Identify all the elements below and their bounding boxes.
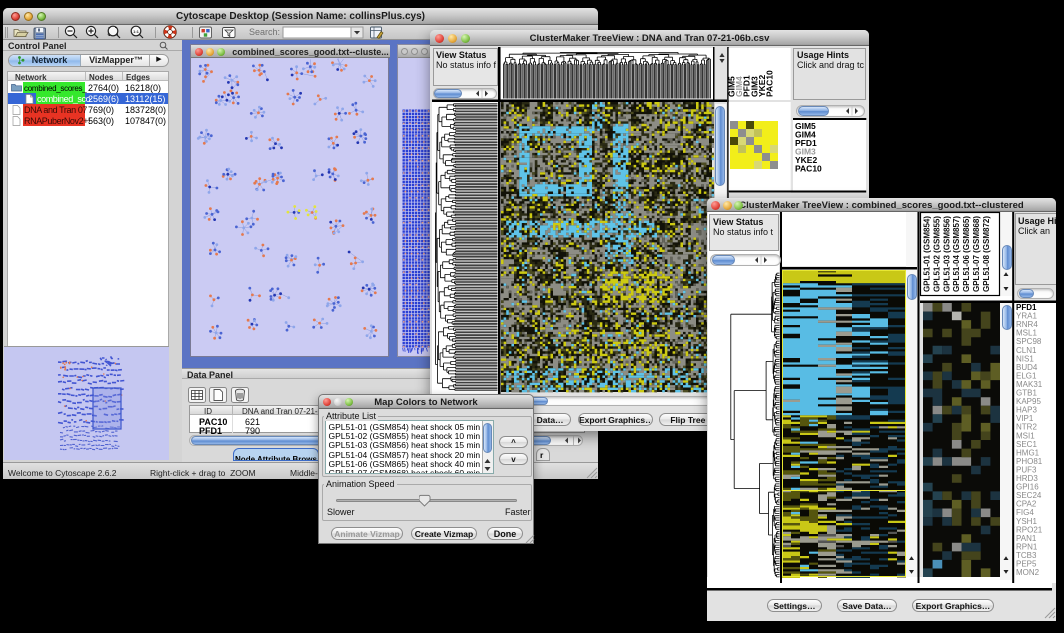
svg-text:Search:: Search: <box>249 27 280 37</box>
svg-text:GPL51-07 (GSM868): GPL51-07 (GSM868) <box>972 216 981 292</box>
svg-text:GPL51-08 (GSM872): GPL51-08 (GSM872) <box>982 216 991 292</box>
svg-text:GPL51-02 (GSM855): GPL51-02 (GSM855) <box>932 216 941 292</box>
svg-text:PAC10: PAC10 <box>765 70 775 97</box>
svg-text:GPL51-03 (GSM856): GPL51-03 (GSM856) <box>942 216 951 292</box>
svg-text:MON2: MON2 <box>1016 568 1040 577</box>
svg-text:PAC10: PAC10 <box>795 164 822 174</box>
svg-text:GPL51-01 (GSM854): GPL51-01 (GSM854) <box>923 216 932 292</box>
svg-text:1:1: 1:1 <box>133 29 140 34</box>
svg-text:GPL51-04 (GSM857): GPL51-04 (GSM857) <box>952 216 961 292</box>
svg-text:GPL51-06 (GSM865): GPL51-06 (GSM865) <box>962 216 971 292</box>
